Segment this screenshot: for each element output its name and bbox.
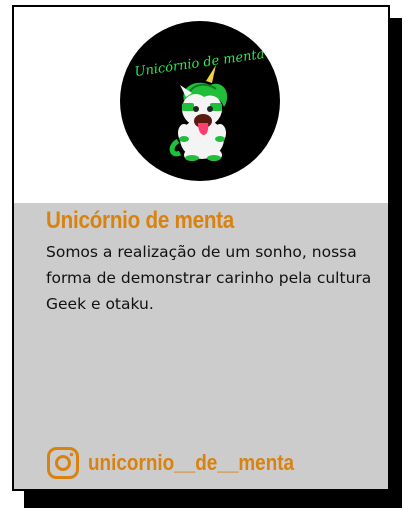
instagram-handle[interactable]: unicornio__de__menta — [88, 450, 294, 476]
card-title: Unicórnio de menta — [46, 207, 235, 234]
unicorn-logo-image: Unicórnio de menta — [134, 47, 266, 161]
brand-logo: Unicórnio de menta — [120, 21, 280, 181]
instagram-icon[interactable] — [46, 446, 80, 480]
instagram-link[interactable]: unicornio__de__menta — [46, 445, 328, 481]
card-description: Somos a realização de um sonho, nossa fo… — [46, 243, 372, 313]
card-body: Unicórnio de menta Somos a realização de… — [14, 203, 388, 489]
profile-card: Unicórnio de menta Unicórnio de menta So… — [12, 5, 390, 491]
card-header: Unicórnio de menta — [14, 7, 388, 203]
logo-lettering: Unicórnio de menta — [134, 47, 266, 80]
